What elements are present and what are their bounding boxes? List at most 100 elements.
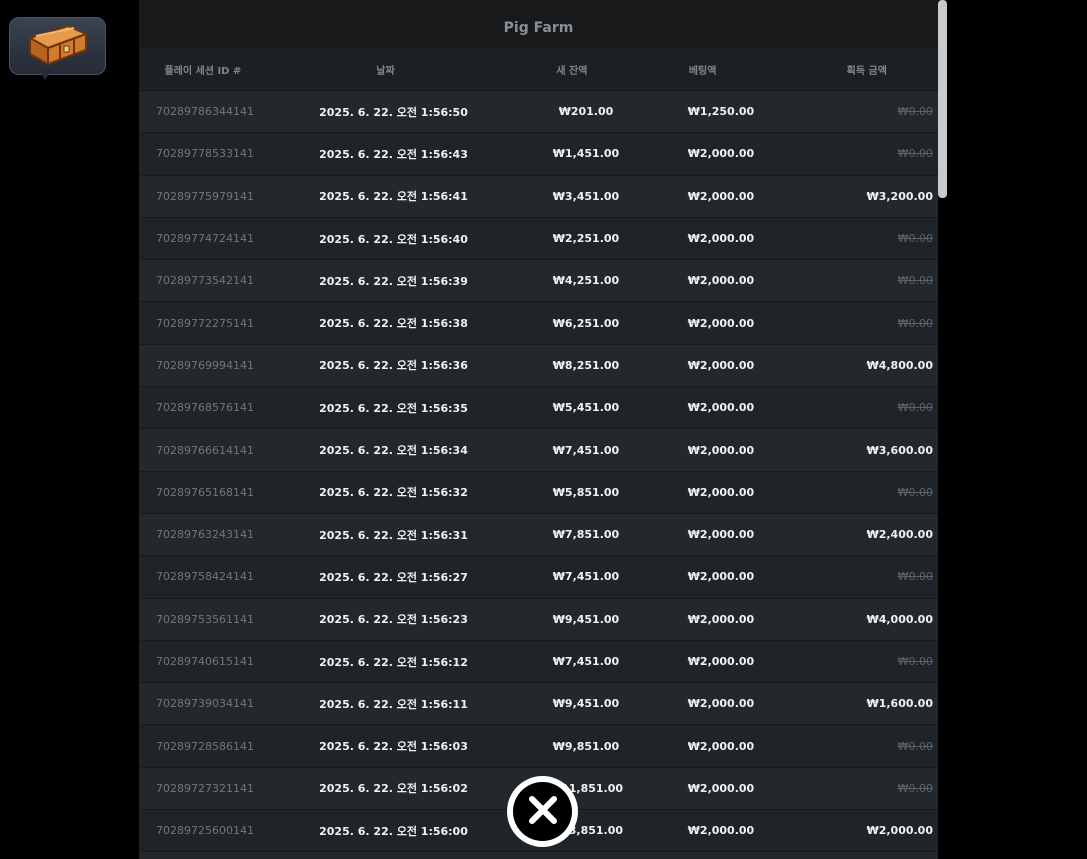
table-row[interactable]: 70289778533141 2025. 6. 22. 오전 1:56:43 ₩1,… (139, 133, 938, 176)
win-cell: ₩1,600.00 (866, 697, 933, 711)
balance-cell: ₩7,451.00 (552, 443, 620, 457)
header-balance: 새 잔액 (556, 65, 588, 77)
balance-cell: ₩9,451.00 (552, 697, 620, 711)
date-cell: 2025. 6. 22. 오전 1:56:31 (319, 528, 468, 542)
date-cell: 2025. 6. 22. 오전 1:56:39 (319, 274, 468, 288)
table-header: 플레이 세션 ID # 날짜 새 잔액 베팅액 획득 금액 (139, 48, 938, 91)
date-cell: 2025. 6. 22. 오전 1:56:12 (319, 655, 468, 669)
bet-cell: ₩2,000.00 (687, 781, 755, 795)
balance-cell: ₩3,451.00 (552, 189, 620, 203)
date-cell: 2025. 6. 22. 오전 1:56:27 (319, 570, 468, 584)
bet-history-panel: Pig Farm 플레이 세션 ID # 날짜 새 잔액 베팅액 획득 금액 7… (139, 0, 938, 859)
session-id-cell: 70289727321141 (156, 781, 254, 795)
bet-cell: ₩1,250.00 (687, 105, 755, 119)
balance-cell: ₩6,251.00 (552, 316, 620, 330)
bet-cell: ₩2,000.00 (687, 824, 755, 838)
bet-cell: ₩2,000.00 (687, 485, 755, 499)
bet-cell: ₩2,000.00 (687, 232, 755, 246)
session-id-cell: 70289778533141 (156, 147, 254, 161)
balance-cell: ₩9,851.00 (552, 739, 620, 753)
table-row[interactable]: 70289786344141 2025. 6. 22. 오전 1:56:50 ₩20… (139, 91, 938, 134)
session-id-cell: 70289768576141 (156, 401, 254, 415)
date-cell: 2025. 6. 22. 오전 1:56:38 (319, 317, 468, 331)
balance-cell: ₩5,851.00 (552, 485, 620, 499)
balance-cell: ₩5,451.00 (552, 401, 620, 415)
session-id-cell: 70289774724141 (156, 232, 254, 246)
win-cell: ₩0.00 (897, 105, 933, 119)
table-row[interactable]: 70289773542141 2025. 6. 22. 오전 1:56:39 ₩4,… (139, 260, 938, 303)
bet-cell: ₩2,000.00 (687, 358, 755, 372)
win-cell: ₩0.00 (897, 570, 933, 584)
balance-cell: ₩1,451.00 (552, 147, 620, 161)
balance-cell: ₩7,451.00 (552, 570, 620, 584)
win-cell: ₩0.00 (897, 316, 933, 330)
bet-cell: ₩2,000.00 (687, 147, 755, 161)
table-row[interactable]: 70289763243141 2025. 6. 22. 오전 1:56:31 ₩7,… (139, 513, 938, 557)
session-id-cell: 70289765168141 (156, 485, 254, 499)
treasure-chest-button[interactable] (9, 17, 106, 75)
balance-cell: ₩4,251.00 (552, 274, 620, 288)
win-cell: ₩0.00 (897, 485, 933, 499)
session-id-cell: 70289739034141 (156, 697, 254, 711)
date-cell: 2025. 6. 22. 오전 1:56:00 (319, 824, 468, 838)
date-cell: 2025. 6. 22. 오전 1:56:43 (319, 147, 468, 161)
table-row[interactable]: 70289740615141 2025. 6. 22. 오전 1:56:12 ₩7,… (139, 640, 938, 684)
table-row[interactable]: 70289739034141 2025. 6. 22. 오전 1:56:11 ₩9,… (139, 683, 938, 726)
bet-cell: ₩2,000.00 (687, 697, 755, 711)
balance-cell: ₩7,851.00 (552, 528, 620, 542)
table-row[interactable]: 70289772275141 2025. 6. 22. 오전 1:56:38 ₩6,… (139, 302, 938, 345)
session-id-cell: 70289772275141 (156, 316, 254, 330)
table-row[interactable]: 70289768576141 2025. 6. 22. 오전 1:56:35 ₩5,… (139, 387, 938, 430)
session-id-cell: 70289753561141 (156, 612, 254, 626)
bet-cell: ₩2,000.00 (687, 189, 755, 203)
balance-cell: ₩201.00 (558, 105, 614, 119)
table-row[interactable]: 70289753561141 2025. 6. 22. 오전 1:56:23 ₩9,… (139, 598, 938, 641)
win-cell: ₩3,200.00 (866, 189, 933, 203)
session-id-cell: 70289725600141 (156, 824, 254, 838)
scrollbar-thumb[interactable] (938, 0, 947, 198)
bet-cell: ₩2,000.00 (687, 528, 755, 542)
session-id-cell: 70289786344141 (156, 105, 254, 119)
bet-cell: ₩2,000.00 (687, 570, 755, 584)
date-cell: 2025. 6. 22. 오전 1:56:41 (319, 190, 468, 204)
bet-cell: ₩2,000.00 (687, 739, 755, 753)
session-id-cell: 70289728586141 (156, 739, 254, 753)
win-cell: ₩2,400.00 (866, 528, 933, 542)
session-id-cell: 70289740615141 (156, 655, 254, 668)
session-id-cell: 70289766614141 (156, 443, 254, 457)
win-cell: ₩2,000.00 (866, 824, 933, 838)
close-button[interactable] (507, 776, 578, 847)
treasure-chest-icon (24, 20, 92, 72)
table-row[interactable]: 70289769994141 2025. 6. 22. 오전 1:56:36 ₩8,… (139, 344, 938, 388)
table-row[interactable]: 70289775979141 2025. 6. 22. 오전 1:56:41 ₩3,… (139, 175, 938, 218)
date-cell: 2025. 6. 22. 오전 1:56:35 (319, 401, 468, 415)
header-date: 날짜 (376, 65, 395, 77)
table-row[interactable]: 702897234951412025. 6. 22. 오전 1:55:59₩13… (139, 852, 938, 859)
win-cell: ₩0.00 (897, 147, 933, 161)
balance-cell: ₩7,451.00 (552, 655, 620, 668)
date-cell: 2025. 6. 22. 오전 1:56:03 (319, 740, 468, 754)
date-cell: 2025. 6. 22. 오전 1:56:50 (319, 105, 468, 119)
balance-cell: ₩8,251.00 (552, 358, 620, 372)
balance-cell: ₩9,451.00 (552, 612, 620, 626)
win-cell: ₩0.00 (897, 781, 933, 795)
win-cell: ₩0.00 (897, 401, 933, 415)
table-body: 70289786344141 2025. 6. 22. 오전 1:56:50 ₩20… (139, 91, 938, 859)
table-row[interactable]: 70289728586141 2025. 6. 22. 오전 1:56:03 ₩9,… (139, 725, 938, 768)
session-id-cell: 70289773542141 (156, 274, 254, 288)
win-cell: ₩4,000.00 (866, 612, 933, 626)
win-cell: ₩0.00 (897, 232, 933, 246)
header-bet: 베팅액 (688, 65, 717, 77)
table-row[interactable]: 70289765168141 2025. 6. 22. 오전 1:56:32 ₩5,… (139, 471, 938, 514)
date-cell: 2025. 6. 22. 오전 1:56:11 (319, 697, 468, 711)
table-row[interactable]: 70289758424141 2025. 6. 22. 오전 1:56:27 ₩7,… (139, 556, 938, 599)
bet-cell: ₩2,000.00 (687, 274, 755, 288)
session-id-cell: 70289758424141 (156, 570, 254, 584)
date-cell: 2025. 6. 22. 오전 1:56:40 (319, 232, 468, 246)
table-row[interactable]: 70289766614141 2025. 6. 22. 오전 1:56:34 ₩7,… (139, 429, 938, 472)
win-cell: ₩3,600.00 (866, 443, 933, 457)
balance-cell: ₩2,251.00 (552, 232, 620, 246)
table-row[interactable]: 70289774724141 2025. 6. 22. 오전 1:56:40 ₩2,… (139, 217, 938, 261)
session-id-cell: 70289763243141 (156, 528, 254, 542)
date-cell: 2025. 6. 22. 오전 1:56:02 (319, 782, 468, 796)
